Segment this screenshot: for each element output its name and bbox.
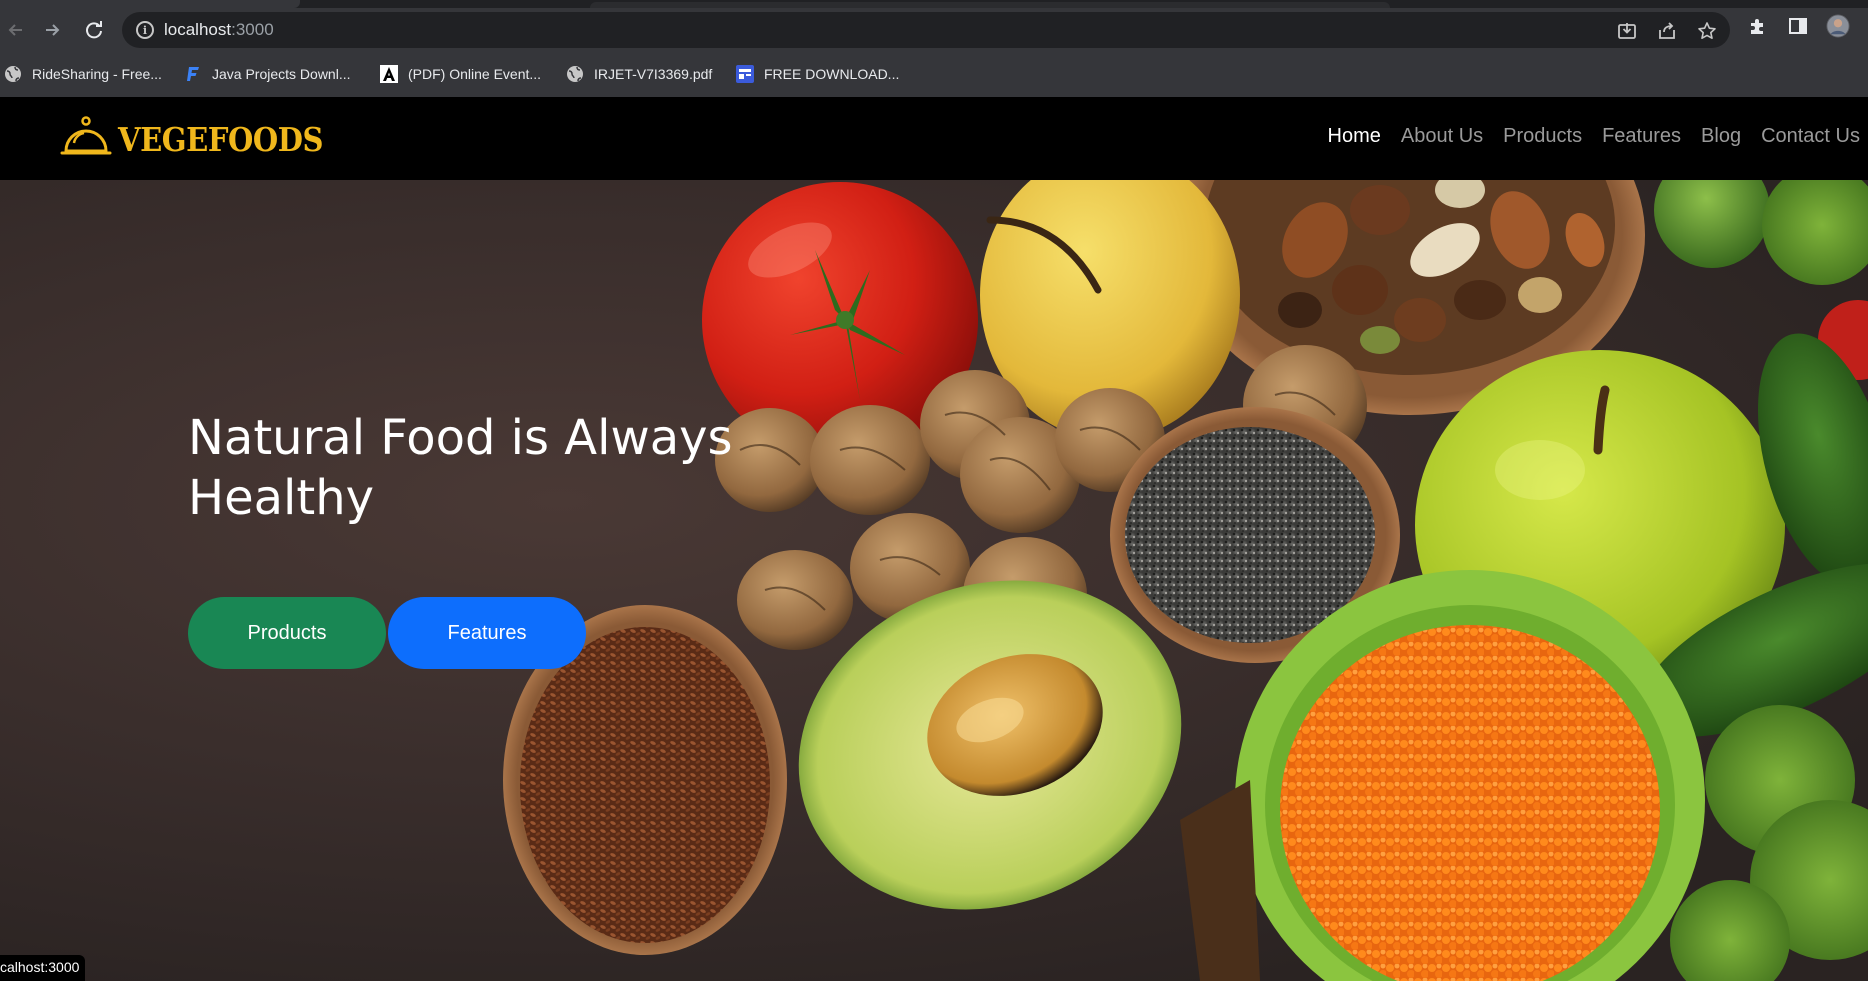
site-icon — [736, 65, 754, 83]
address-bar[interactable]: i localhost:3000 — [122, 12, 1730, 48]
info-icon[interactable]: i — [136, 21, 154, 39]
url-host: localhost — [164, 20, 232, 39]
bookmark-java-projects[interactable]: Java Projects Downl... — [184, 62, 351, 86]
site-header: VEGEFOODS Home About Us Products Feature… — [0, 97, 1868, 180]
hero-food-image — [503, 180, 1868, 981]
status-bar-url: calhost:3000 — [0, 955, 86, 981]
products-button[interactable]: Products — [188, 597, 386, 669]
share-icon[interactable] — [1656, 20, 1678, 42]
extensions-icon[interactable] — [1746, 14, 1770, 38]
bookmark-label: RideSharing - Free... — [32, 66, 162, 82]
browser-chrome: i localhost:3000 RideSharing - Free... J… — [0, 0, 1868, 97]
nav-blog[interactable]: Blog — [1701, 125, 1741, 148]
academia-icon — [380, 65, 398, 83]
browser-toolbar: i localhost:3000 — [0, 8, 1868, 52]
nav-products[interactable]: Products — [1503, 125, 1582, 148]
features-button[interactable]: Features — [388, 597, 586, 669]
nav-home[interactable]: Home — [1328, 125, 1381, 148]
bookmark-label: (PDF) Online Event... — [408, 66, 542, 82]
url-text[interactable]: localhost:3000 — [164, 20, 274, 40]
bookmark-irjet-pdf[interactable]: IRJET-V7I3369.pdf — [566, 62, 712, 86]
bookmark-ridesharing[interactable]: RideSharing - Free... — [4, 62, 162, 86]
tab-strip — [0, 0, 1868, 8]
hero-section: Natural Food is Always Healthy Products … — [0, 180, 1868, 981]
globe-icon — [566, 65, 584, 83]
profile-avatar[interactable] — [1826, 14, 1850, 38]
install-icon[interactable] — [1616, 20, 1638, 42]
main-nav: Home About Us Products Features Blog Con… — [1328, 125, 1860, 148]
nav-features[interactable]: Features — [1602, 125, 1681, 148]
bookmarks-bar: RideSharing - Free... Java Projects Down… — [0, 56, 1868, 92]
url-port: :3000 — [231, 20, 274, 39]
bookmark-label: Java Projects Downl... — [212, 66, 351, 82]
bookmark-free-download[interactable]: FREE DOWNLOAD... — [736, 62, 899, 86]
side-panel-icon[interactable] — [1786, 14, 1810, 38]
nav-about-us[interactable]: About Us — [1401, 125, 1483, 148]
f-logo-icon — [184, 65, 202, 83]
forward-icon[interactable] — [36, 14, 68, 46]
logo-text: VEGEFOODS — [118, 119, 324, 159]
hero-title: Natural Food is Always Healthy — [188, 410, 733, 526]
globe-icon — [4, 65, 22, 83]
nav-contact-us[interactable]: Contact Us — [1761, 125, 1860, 148]
bookmark-label: IRJET-V7I3369.pdf — [594, 66, 713, 82]
cloche-icon — [60, 115, 112, 163]
bookmark-pdf-online-event[interactable]: (PDF) Online Event... — [380, 62, 541, 86]
bookmark-label: FREE DOWNLOAD... — [764, 66, 900, 82]
reload-icon[interactable] — [78, 14, 110, 46]
star-icon[interactable] — [1696, 20, 1718, 42]
site-logo[interactable]: VEGEFOODS — [60, 115, 351, 163]
back-icon[interactable] — [0, 14, 32, 46]
active-tab[interactable] — [0, 0, 300, 8]
